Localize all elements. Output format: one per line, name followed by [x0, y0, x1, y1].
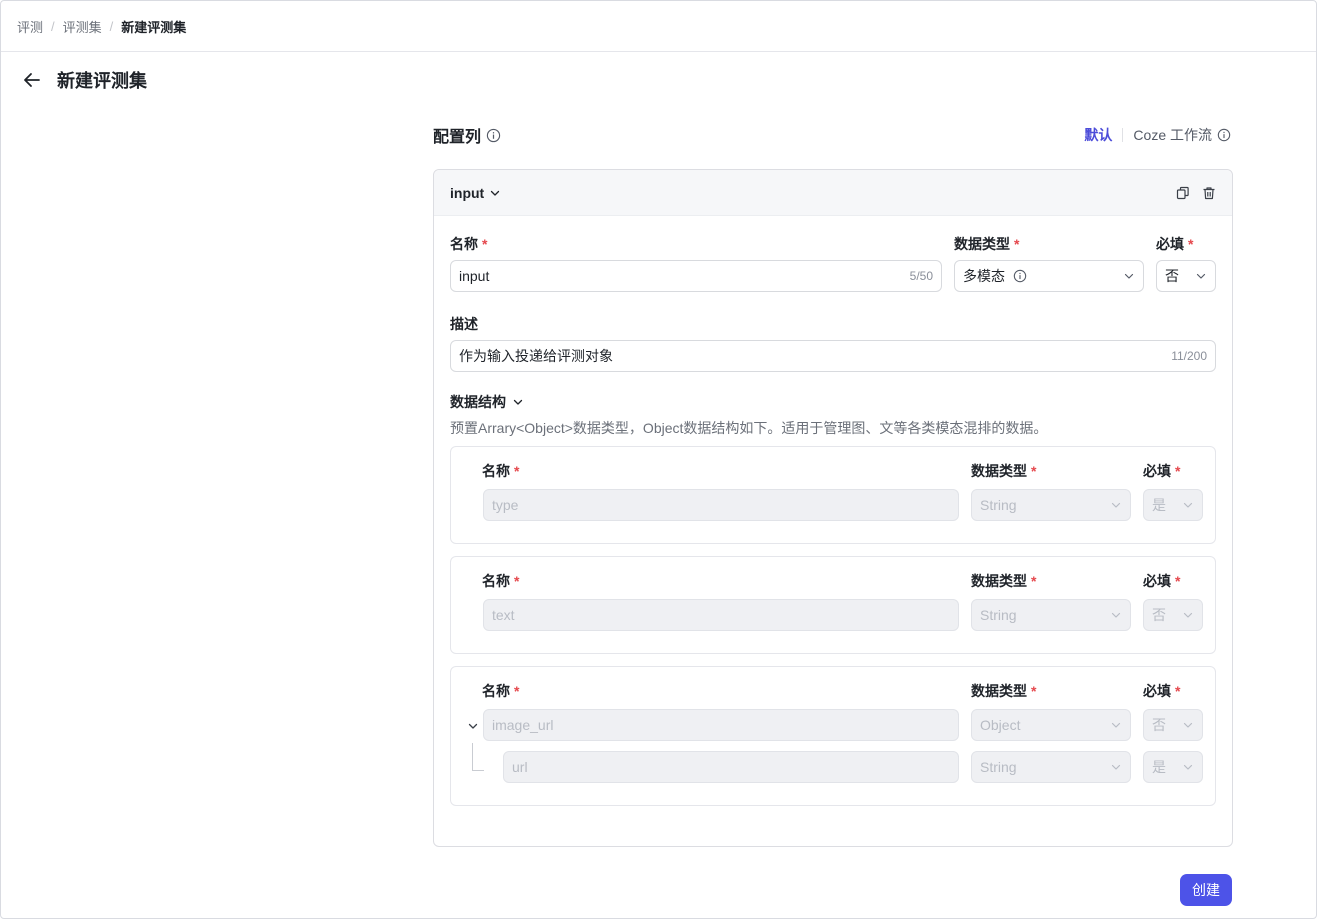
- chevron-down-icon: [1110, 499, 1122, 511]
- mode-default-tab[interactable]: 默认: [1084, 125, 1112, 145]
- field-required-select: 否: [1143, 599, 1203, 631]
- required-value: 否: [1165, 268, 1179, 284]
- data-structure-label: 数据结构: [450, 394, 506, 410]
- breadcrumb-item-evaluation[interactable]: 评测: [17, 17, 43, 36]
- page-header: 新建评测集: [21, 67, 147, 93]
- child-field-required-select: 是: [1143, 751, 1203, 783]
- chevron-down-icon: [1182, 609, 1194, 621]
- mode-switch: 默认 Coze 工作流: [1084, 125, 1231, 145]
- chevron-down-icon: [513, 399, 523, 405]
- field-name-input: text: [483, 599, 959, 631]
- breadcrumb-separator: /: [109, 18, 114, 34]
- back-arrow-icon[interactable]: [21, 69, 43, 91]
- description-input[interactable]: 作为输入投递给评测对象 11/200: [450, 340, 1216, 372]
- field-required-label: 必填 *: [1143, 463, 1181, 479]
- breadcrumb-separator: /: [51, 18, 55, 34]
- chevron-down-icon: [1110, 609, 1122, 621]
- column-name-value: input: [459, 268, 490, 284]
- char-counter: 11/200: [1171, 349, 1207, 363]
- char-counter: 5/50: [909, 269, 933, 283]
- field-required-label: 必填 *: [1143, 683, 1181, 699]
- column-name: input: [450, 184, 485, 201]
- page-title: 新建评测集: [57, 71, 147, 91]
- chevron-down-icon: [1123, 270, 1135, 282]
- expand-chevron-icon[interactable]: [467, 719, 479, 735]
- mode-coze-label: Coze 工作流: [1133, 127, 1212, 143]
- field-name-input: type: [483, 489, 959, 521]
- chevron-down-icon: [491, 190, 500, 196]
- info-icon[interactable]: [486, 128, 501, 143]
- chevron-down-icon: [1110, 761, 1122, 773]
- column-actions: [1176, 186, 1216, 200]
- description-label: 描述: [450, 316, 478, 332]
- info-icon[interactable]: [1013, 269, 1027, 283]
- column-name-input[interactable]: input 5/50: [450, 260, 942, 292]
- breadcrumb-item-current: 新建评测集: [121, 19, 187, 35]
- name-label: 名称 *: [450, 236, 488, 252]
- field-card-type: 名称 * 数据类型 * 必填 * type String 是: [450, 446, 1216, 544]
- chevron-down-icon: [1182, 761, 1194, 773]
- breadcrumb: 评测 / 评测集 / 新建评测集: [1, 1, 1316, 52]
- column-card-header: input: [434, 170, 1232, 216]
- section-title: 配置列: [433, 123, 501, 147]
- field-card-image-url: 名称 * 数据类型 * 必填 * image_url Object 否 url Str…: [450, 666, 1216, 806]
- info-icon[interactable]: [1217, 128, 1231, 142]
- field-type-select: Object: [971, 709, 1131, 741]
- data-type-select[interactable]: 多模态: [954, 260, 1144, 292]
- field-type-select: String: [971, 599, 1131, 631]
- column-config-card: input 名称 * 数据类型 * 必填 * input 5/50 多模态 否 …: [433, 169, 1233, 847]
- field-required-label: 必填 *: [1143, 573, 1181, 589]
- breadcrumb-item-eval-set[interactable]: 评测集: [63, 17, 102, 36]
- field-name-label: 名称 *: [482, 573, 520, 589]
- data-structure-toggle[interactable]: 数据结构: [450, 392, 524, 412]
- field-required-select: 否: [1143, 709, 1203, 741]
- description-value: 作为输入投递给评测对象: [459, 348, 613, 364]
- copy-icon[interactable]: [1176, 186, 1190, 200]
- chevron-down-icon: [1195, 270, 1207, 282]
- field-card-text: 名称 * 数据类型 * 必填 * text String 否: [450, 556, 1216, 654]
- data-type-value: 多模态: [963, 268, 1005, 284]
- field-name-label: 名称 *: [482, 463, 520, 479]
- data-type-label: 数据类型 *: [954, 236, 1020, 252]
- child-field-type-select: String: [971, 751, 1131, 783]
- tree-connector: [472, 743, 484, 771]
- mode-coze-workflow-tab[interactable]: Coze 工作流: [1133, 125, 1231, 145]
- data-structure-hint: 预置Arrary<Object>数据类型，Object数据结构如下。适用于管理图…: [450, 420, 1048, 436]
- field-type-select: String: [971, 489, 1131, 521]
- delete-icon[interactable]: [1202, 186, 1216, 200]
- field-type-label: 数据类型 *: [971, 683, 1037, 699]
- create-button[interactable]: 创建: [1180, 874, 1232, 906]
- column-collapse-toggle[interactable]: input: [450, 185, 501, 201]
- chevron-down-icon: [1182, 719, 1194, 731]
- app-frame: 评测 / 评测集 / 新建评测集 新建评测集 配置列 默认 Coze 工作流 i…: [0, 0, 1317, 919]
- required-label: 必填 *: [1156, 236, 1194, 252]
- chevron-down-icon: [1182, 499, 1194, 511]
- child-field-name-input: url: [503, 751, 959, 783]
- field-name-label: 名称 *: [482, 683, 520, 699]
- required-select[interactable]: 否: [1156, 260, 1216, 292]
- field-name-input: image_url: [483, 709, 959, 741]
- field-required-select: 是: [1143, 489, 1203, 521]
- section-title-text: 配置列: [433, 129, 482, 146]
- chevron-down-icon: [1110, 719, 1122, 731]
- field-type-label: 数据类型 *: [971, 573, 1037, 589]
- field-type-label: 数据类型 *: [971, 463, 1037, 479]
- divider: [1122, 128, 1124, 142]
